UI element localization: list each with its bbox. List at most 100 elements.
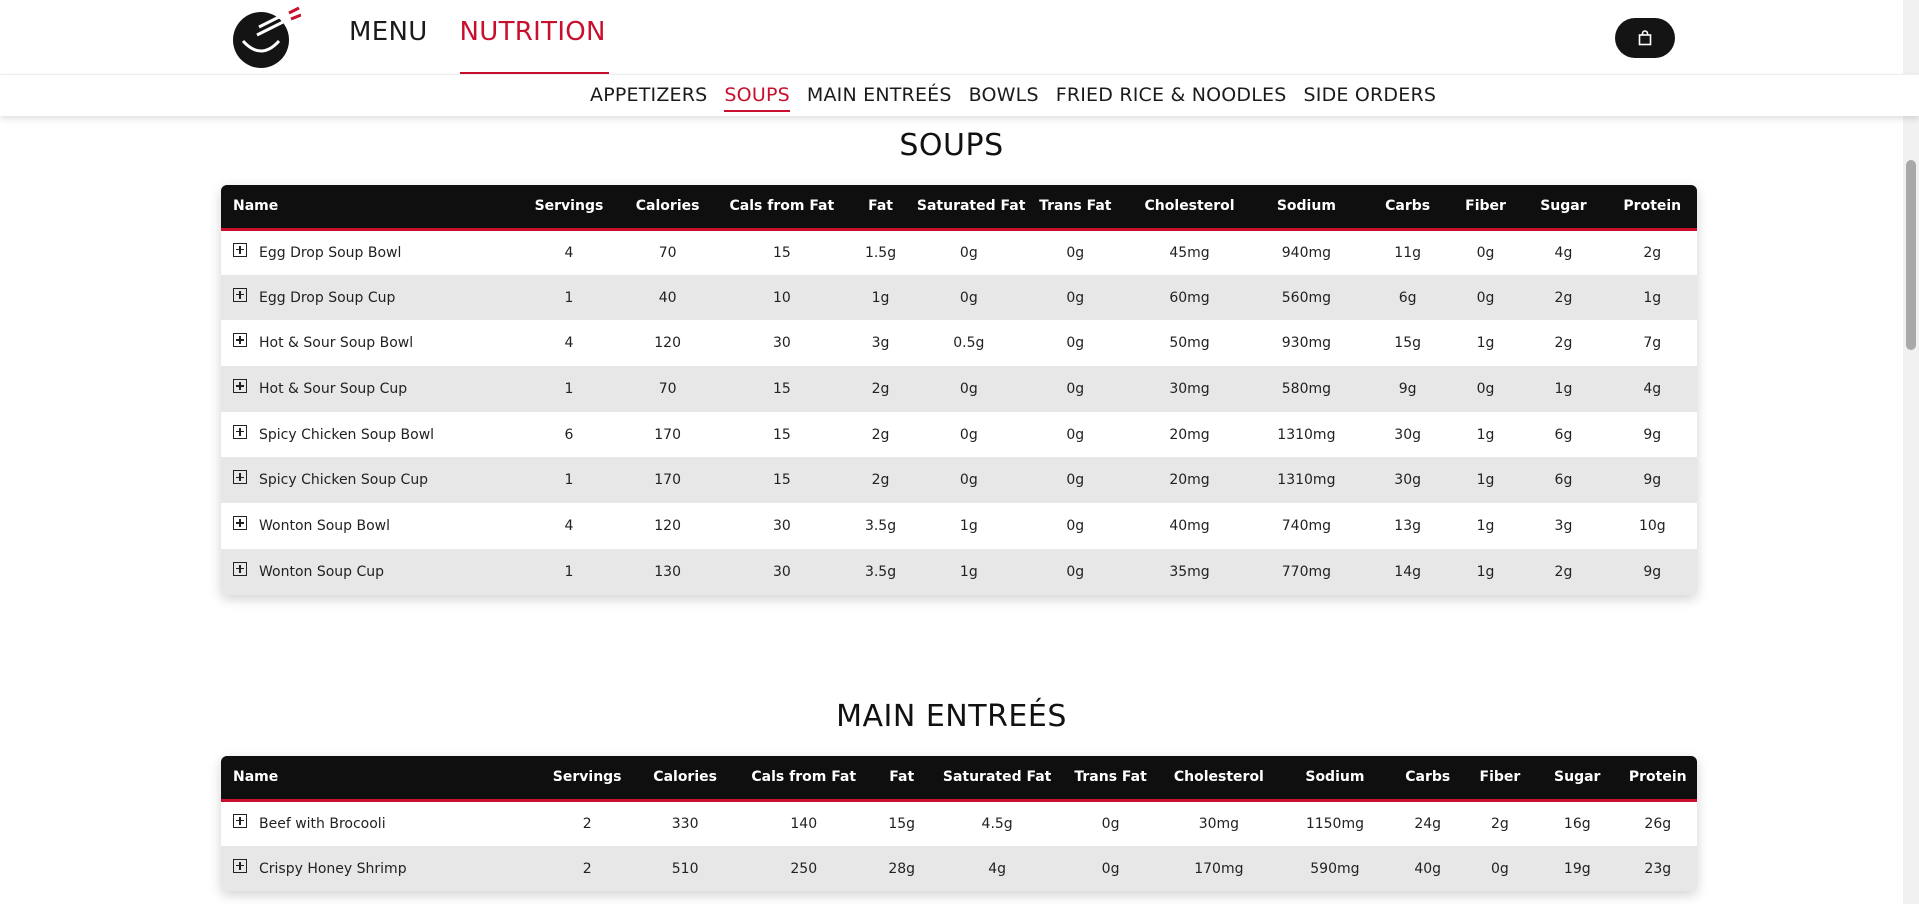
column-header[interactable]: Calories: [633, 756, 737, 802]
table-row[interactable]: Hot & Sour Soup Bowl 4 120 30 3g 0.5g 0g 50mg 93…: [221, 320, 1697, 367]
column-header[interactable]: Sugar: [1536, 756, 1619, 802]
page-scrollbar[interactable]: [1903, 0, 1919, 904]
column-header[interactable]: Protein: [1618, 756, 1697, 802]
item-name-cell: Crispy Honey Shrimp: [221, 846, 541, 892]
nutrition-value: 0g: [1101, 815, 1120, 832]
nutrition-value: 0g: [1066, 380, 1085, 397]
cart-button[interactable]: [1615, 18, 1675, 58]
item-name: Egg Drop Soup Cup: [259, 289, 396, 306]
column-header[interactable]: Trans Fat: [1020, 185, 1130, 231]
expand-plus-icon[interactable]: [233, 813, 247, 828]
table-row[interactable]: Spicy Chicken Soup Bowl 6 170 15 2g 0g 0g 20mg 1…: [221, 411, 1697, 458]
nutrition-value: 4.5g: [981, 815, 1013, 832]
column-header[interactable]: Servings: [540, 756, 634, 802]
nutrition-value: 1150mg: [1305, 815, 1364, 832]
category-tab-3[interactable]: BOWLS: [969, 83, 1039, 112]
expand-plus-icon[interactable]: [233, 378, 247, 393]
table-row[interactable]: Wonton Soup Bowl 4 120 30 3.5g 1g 0g 40mg 740mg 1…: [221, 503, 1697, 549]
column-header[interactable]: Saturated Fat: [916, 185, 1025, 231]
nutrition-value: 7g: [1643, 335, 1662, 352]
nutrition-value: 740mg: [1281, 517, 1331, 534]
item-name: Crispy Honey Shrimp: [259, 860, 407, 877]
table-row[interactable]: Crispy Honey Shrimp 2 510 250 28g 4g 0g 170mg 59…: [221, 845, 1697, 892]
nutrition-value: 3.5g: [864, 563, 897, 580]
column-header[interactable]: Sugar: [1519, 185, 1608, 231]
nutrition-value: 1g: [1476, 517, 1495, 534]
nutrition-value: 50mg: [1169, 335, 1210, 352]
column-header[interactable]: Carbs: [1363, 185, 1452, 231]
expand-plus-icon[interactable]: [233, 424, 247, 439]
table-row[interactable]: Wonton Soup Cup 1 130 30 3.5g 1g 0g 35mg 770mg 14…: [221, 548, 1697, 595]
nutrition-value: 510: [671, 860, 699, 877]
nutrition-value: 45mg: [1169, 244, 1210, 261]
expand-plus-icon[interactable]: [233, 515, 247, 530]
expand-plus-icon[interactable]: [233, 561, 247, 576]
table-row[interactable]: Hot & Sour Soup Cup 1 70 15 2g 0g 0g 30mg 580mg 9…: [221, 366, 1697, 412]
category-tab-5[interactable]: SIDE ORDERS: [1304, 83, 1437, 112]
nutrition-value: 6g: [1398, 289, 1417, 306]
nutrition-value: 940mg: [1281, 244, 1331, 261]
category-tab-2[interactable]: MAIN ENTREÉS: [807, 83, 952, 112]
column-header[interactable]: Cals from Fat: [719, 185, 845, 231]
nutrition-value: 0g: [1066, 244, 1085, 261]
column-header[interactable]: Saturated Fat: [932, 756, 1062, 802]
table-row[interactable]: Egg Drop Soup Cup 1 40 10 1g 0g 0g 60mg 560mg 6g 0…: [221, 274, 1697, 321]
nutrition-value: 140: [790, 815, 818, 832]
column-header[interactable]: Calories: [615, 185, 720, 231]
nutrition-value: 4g: [988, 860, 1007, 877]
nutrition-value: 23g: [1644, 860, 1672, 877]
item-name: Egg Drop Soup Bowl: [259, 244, 402, 261]
nav-nutrition[interactable]: NUTRITION: [459, 0, 609, 74]
table-row[interactable]: Egg Drop Soup Bowl 4 70 15 1.5g 0g 0g 45mg 940mg…: [221, 229, 1697, 275]
category-nav: APPETIZERS SOUPS MAIN ENTREÉS BOWLS FRIED RI…: [0, 74, 1919, 116]
scrollbar-thumb[interactable]: [1906, 160, 1916, 350]
nutrition-value: 0g: [959, 289, 978, 306]
column-header[interactable]: Fat: [844, 185, 917, 231]
item-name: Hot & Sour Soup Cup: [259, 380, 408, 397]
nutrition-value: 930mg: [1281, 335, 1331, 352]
category-tab-4[interactable]: FRIED RICE & NOODLES: [1056, 83, 1287, 112]
nutrition-value: 2: [582, 815, 592, 832]
column-header[interactable]: Fiber: [1451, 185, 1520, 231]
nutrition-value: 9g: [1398, 380, 1417, 397]
site-header: MENU NUTRITION: [0, 0, 1919, 74]
column-header[interactable]: Sodium: [1278, 756, 1392, 802]
category-tab-0[interactable]: APPETIZERS: [590, 83, 707, 112]
column-header[interactable]: Name: [221, 185, 523, 231]
logo-icon[interactable]: [231, 5, 302, 69]
nutrition-value: 15: [772, 426, 791, 443]
item-name-cell: Beef with Brocooli: [221, 800, 541, 846]
main-nav: MENU NUTRITION: [349, 0, 641, 74]
nutrition-value: 170: [654, 426, 681, 443]
expand-plus-icon[interactable]: [233, 287, 247, 302]
expand-plus-icon[interactable]: [233, 858, 247, 873]
column-header[interactable]: Cholesterol: [1129, 185, 1250, 231]
nav-menu[interactable]: MENU: [349, 0, 428, 72]
nutrition-value: 2g: [871, 472, 890, 489]
column-header[interactable]: Carbs: [1391, 756, 1464, 802]
table-row[interactable]: Spicy Chicken Soup Cup 1 170 15 2g 0g 0g 20mg 13…: [221, 457, 1697, 504]
column-header[interactable]: Cholesterol: [1159, 756, 1279, 802]
nutrition-value: 120: [654, 335, 681, 352]
column-header[interactable]: Sodium: [1249, 185, 1364, 231]
expand-plus-icon[interactable]: [233, 470, 247, 485]
nutrition-value: 0g: [959, 380, 978, 397]
category-tab-1[interactable]: SOUPS: [724, 83, 790, 112]
column-header[interactable]: Cals from Fat: [736, 756, 871, 802]
column-header[interactable]: Servings: [522, 185, 616, 231]
nutrition-value: 40: [658, 289, 677, 306]
section-title-soups: SOUPS: [899, 128, 1004, 163]
column-header[interactable]: Fiber: [1463, 756, 1536, 802]
nutrition-value: 0g: [1476, 289, 1495, 306]
expand-plus-icon[interactable]: [233, 242, 247, 257]
column-header[interactable]: Trans Fat: [1061, 756, 1160, 802]
column-header[interactable]: Name: [221, 756, 541, 802]
expand-plus-icon[interactable]: [233, 333, 247, 348]
table-row[interactable]: Beef with Brocooli 2 330 140 15g 4.5g 0g 30mg 11…: [221, 800, 1697, 846]
nutrition-value: 15g: [1394, 335, 1421, 352]
column-header[interactable]: Protein: [1607, 185, 1697, 231]
column-header[interactable]: Fat: [870, 756, 933, 802]
item-name: Spicy Chicken Soup Cup: [259, 472, 429, 489]
nutrition-value: 0g: [1066, 335, 1085, 352]
item-name-cell: Hot & Sour Soup Bowl: [221, 320, 522, 366]
